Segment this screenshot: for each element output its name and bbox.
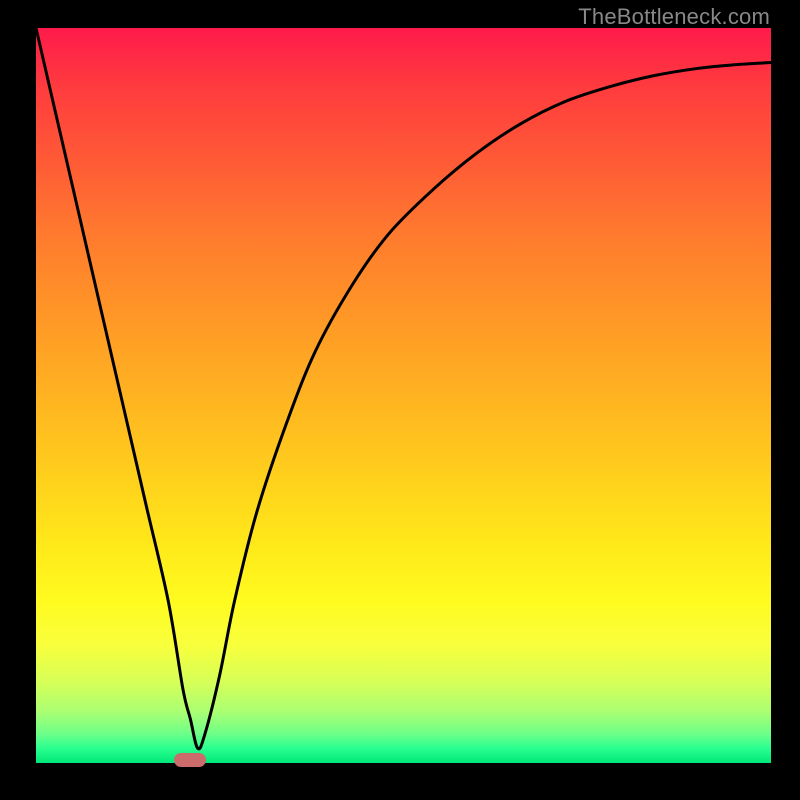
chart-frame: TheBottleneck.com <box>0 0 800 800</box>
watermark-text: TheBottleneck.com <box>578 4 770 30</box>
curve-svg <box>36 28 771 763</box>
bottleneck-curve <box>36 28 771 749</box>
plot-area <box>36 28 771 763</box>
min-marker <box>174 753 206 767</box>
